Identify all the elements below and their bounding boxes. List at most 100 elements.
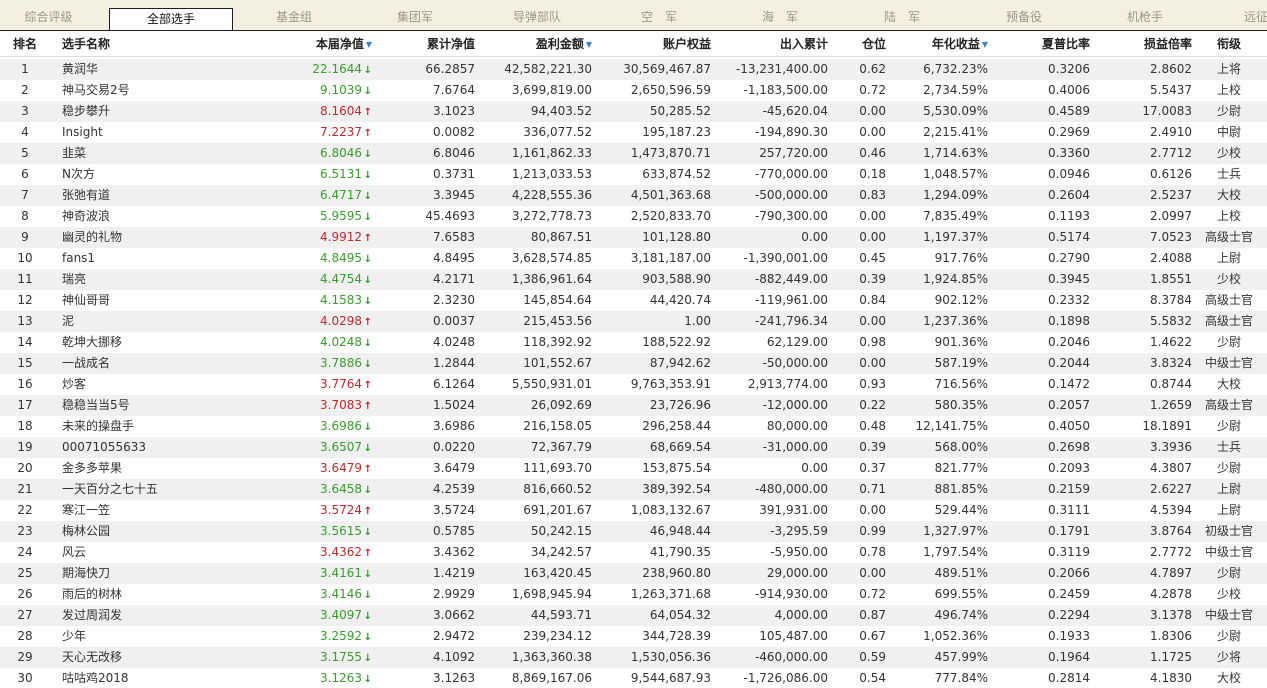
table-row[interactable]: 8 神奇波浪 5.9595 ↓ 45.4693 3,272,778.73 2,520,833… (0, 206, 1267, 227)
position-cell: 0.39 (859, 440, 886, 454)
table-row[interactable]: 5 韭菜 6.8046 ↓ 6.8046 1,161,862.33 1,473,870.71… (0, 143, 1267, 164)
player-name-link[interactable]: 稳步攀升 (62, 101, 262, 122)
tab-navy[interactable]: 海 军 (721, 0, 839, 30)
table-row[interactable]: 24 风云 3.4362 ↑ 3.4362 34,242.57 41,790.35 -5,95… (0, 542, 1267, 563)
header-sharpe[interactable]: 夏普比率 (995, 32, 1090, 57)
player-name-link[interactable]: 炒客 (62, 374, 262, 395)
player-name-link[interactable]: N次方 (62, 164, 262, 185)
player-name-link[interactable]: 神仙哥哥 (62, 290, 262, 311)
player-name-link[interactable]: 咕咕鸡2018 (62, 668, 262, 688)
table-row[interactable]: 15 一战成名 3.7886 ↓ 1.2844 101,552.67 87,942.62 -5… (0, 353, 1267, 374)
cum-nav-cell: 4.2539 (433, 482, 475, 496)
header-profit[interactable]: 盈利金额 ▼ (478, 32, 592, 57)
rank-cell: 23 (17, 524, 33, 538)
player-name-link[interactable]: 泥 (62, 311, 262, 332)
player-name-link[interactable]: 黄润华 (62, 59, 262, 80)
player-name-link[interactable]: 寒江一笠 (62, 500, 262, 521)
player-name-link[interactable]: 瑞亮 (62, 269, 262, 290)
player-name-link[interactable]: Insight (62, 122, 262, 143)
player-name-link[interactable]: 金多多苹果 (62, 458, 262, 479)
header-equity[interactable]: 账户权益 (595, 32, 711, 57)
table-row[interactable]: 28 少年 3.2592 ↓ 2.9472 239,234.12 344,728.39 105… (0, 626, 1267, 647)
table-row[interactable]: 6 N次方 6.5131 ↓ 0.3731 1,213,033.53 633,874.52 -… (0, 164, 1267, 185)
tab-army-group[interactable]: 集团军 (356, 0, 474, 30)
rank-title-cell: 大校 (1216, 188, 1241, 202)
player-name-link[interactable]: 少年 (62, 626, 262, 647)
table-row[interactable]: 25 期海快刀 3.4161 ↓ 1.4219 163,420.45 238,960.80 2… (0, 563, 1267, 584)
table-row[interactable]: 4 Insight 7.2237 ↑ 0.0082 336,077.52 195,187.2… (0, 122, 1267, 143)
table-row[interactable]: 22 寒江一笠 3.5724 ↑ 3.5724 691,201.67 1,083,132.6… (0, 500, 1267, 521)
player-name-link[interactable]: 期海快刀 (62, 563, 262, 584)
table-row[interactable]: 19 00071055633 3.6507 ↓ 0.0220 72,367.79 68,66… (0, 437, 1267, 458)
table-row[interactable]: 10 fans1 4.8495 ↓ 4.8495 3,628,574.85 3,181,18… (0, 248, 1267, 269)
table-row[interactable]: 30 咕咕鸡2018 3.1263 ↓ 3.1263 8,869,167.06 9,544,… (0, 668, 1267, 688)
table-row[interactable]: 11 瑞亮 4.4754 ↓ 4.2171 1,386,961.64 903,588.90 -… (0, 269, 1267, 290)
table-row[interactable]: 13 泥 4.0298 ↑ 0.0037 215,453.56 1.00 -241,796.3… (0, 311, 1267, 332)
category-tab-bar: 综合评级 全部选手 基金组 集团军 导弹部队 空 军 海 军 陆 军 预备役 机… (0, 0, 1267, 31)
player-name-link[interactable]: 雨后的树林 (62, 584, 262, 605)
header-rank-title[interactable]: 衔级 (1198, 32, 1260, 57)
tab-expedition[interactable]: 远征 (1244, 0, 1267, 30)
player-name-link[interactable]: 梅林公园 (62, 521, 262, 542)
table-row[interactable]: 14 乾坤大挪移 4.0248 ↓ 4.0248 118,392.92 188,522.92… (0, 332, 1267, 353)
table-row[interactable]: 3 稳步攀升 8.1604 ↑ 3.1023 94,403.52 50,285.52 -45,… (0, 101, 1267, 122)
player-name-link[interactable]: 一战成名 (62, 353, 262, 374)
player-name-link[interactable]: 神奇波浪 (62, 206, 262, 227)
sharpe-cell: 0.2057 (1048, 398, 1090, 412)
tab-ground-force[interactable]: 陆 军 (843, 0, 961, 30)
tab-missile-force[interactable]: 导弹部队 (478, 0, 596, 30)
table-row[interactable]: 1 黄润华 22.1644 ↓ 66.2857 42,582,221.30 30,569,4… (0, 59, 1267, 80)
player-name-link[interactable]: 稳稳当当5号 (62, 395, 262, 416)
player-name-link[interactable]: 一天百分之七十五 (62, 479, 262, 500)
profit-cell: 94,403.52 (530, 104, 592, 118)
tab-reserve[interactable]: 预备役 (965, 0, 1083, 30)
player-name-link[interactable]: 风云 (62, 542, 262, 563)
player-name-link[interactable]: 张弛有道 (62, 185, 262, 206)
inout-cell: -790,300.00 (754, 209, 828, 223)
table-row[interactable]: 7 张弛有道 6.4717 ↓ 3.3945 4,228,555.36 4,501,363.… (0, 185, 1267, 206)
header-pl-ratio[interactable]: 损益倍率 (1097, 32, 1192, 57)
table-row[interactable]: 17 稳稳当当5号 3.7083 ↑ 1.5024 26,092.69 23,726.96 -… (0, 395, 1267, 416)
tab-air-force[interactable]: 空 军 (600, 0, 718, 30)
tab-all-players[interactable]: 全部选手 (109, 8, 233, 30)
tab-fund-group[interactable]: 基金组 (236, 0, 352, 30)
inout-cell: -31,000.00 (762, 440, 828, 454)
player-name-link[interactable]: 韭菜 (62, 143, 262, 164)
player-name-link[interactable]: 00071055633 (62, 437, 262, 458)
table-row[interactable]: 12 神仙哥哥 4.1583 ↓ 2.3230 145,854.64 44,420.74 -1… (0, 290, 1267, 311)
table-row[interactable]: 18 未来的操盘手 3.6986 ↓ 3.6986 216,158.05 296,258.4… (0, 416, 1267, 437)
table-row[interactable]: 26 雨后的树林 3.4146 ↓ 2.9929 1,698,945.94 1,263,37… (0, 584, 1267, 605)
player-name-link[interactable]: 神马交易2号 (62, 80, 262, 101)
rank-cell: 27 (17, 608, 33, 622)
player-name-link[interactable]: 未来的操盘手 (62, 416, 262, 437)
equity-cell: 296,258.44 (642, 419, 711, 433)
player-name-link[interactable]: 天心无改移 (62, 647, 262, 668)
header-rank[interactable]: 排名 (0, 32, 50, 57)
header-inout[interactable]: 出入累计 (714, 32, 828, 57)
table-row[interactable]: 29 天心无改移 3.1755 ↓ 4.1092 1,363,360.38 1,530,05… (0, 647, 1267, 668)
nav-cell: 4.0298 ↑ (262, 311, 372, 332)
tab-overall-rating[interactable]: 综合评级 (0, 0, 97, 30)
player-name-link[interactable]: 乾坤大挪移 (62, 332, 262, 353)
table-row[interactable]: 23 梅林公园 3.5615 ↓ 0.5785 50,242.15 46,948.44 -3,… (0, 521, 1267, 542)
header-cum-nav[interactable]: 累计净值 (375, 32, 475, 57)
header-annual[interactable]: 年化收益 ▼ (890, 32, 988, 57)
header-name[interactable]: 选手名称 (62, 32, 262, 57)
cum-nav-cell: 3.6986 (433, 419, 475, 433)
player-name-link[interactable]: fans1 (62, 248, 262, 269)
table-row[interactable]: 9 幽灵的礼物 4.9912 ↑ 7.6583 80,867.51 101,128.80 0.… (0, 227, 1267, 248)
table-row[interactable]: 20 金多多苹果 3.6479 ↑ 3.6479 111,693.70 153,875.54… (0, 458, 1267, 479)
rank-cell: 15 (17, 356, 33, 370)
player-name-link[interactable]: 发过周润发 (62, 605, 262, 626)
player-name-link[interactable]: 幽灵的礼物 (62, 227, 262, 248)
header-nav[interactable]: 本届净值 ▼ (262, 32, 372, 57)
sharpe-cell: 0.1472 (1048, 377, 1090, 391)
tab-machine-gunner[interactable]: 机枪手 (1086, 0, 1204, 30)
table-row[interactable]: 27 发过周润发 3.4097 ↓ 3.0662 44,593.71 64,054.32 4,… (0, 605, 1267, 626)
header-position[interactable]: 仓位 (835, 32, 886, 57)
table-row[interactable]: 16 炒客 3.7764 ↑ 6.1264 5,550,931.01 9,763,353.9… (0, 374, 1267, 395)
table-row[interactable]: 2 神马交易2号 9.1039 ↓ 7.6764 3,699,819.00 2,650,59… (0, 80, 1267, 101)
inout-cell: -12,000.00 (762, 398, 828, 412)
table-row[interactable]: 21 一天百分之七十五 3.6458 ↓ 4.2539 816,660.52 389,392… (0, 479, 1267, 500)
cum-nav-cell: 6.1264 (433, 377, 475, 391)
